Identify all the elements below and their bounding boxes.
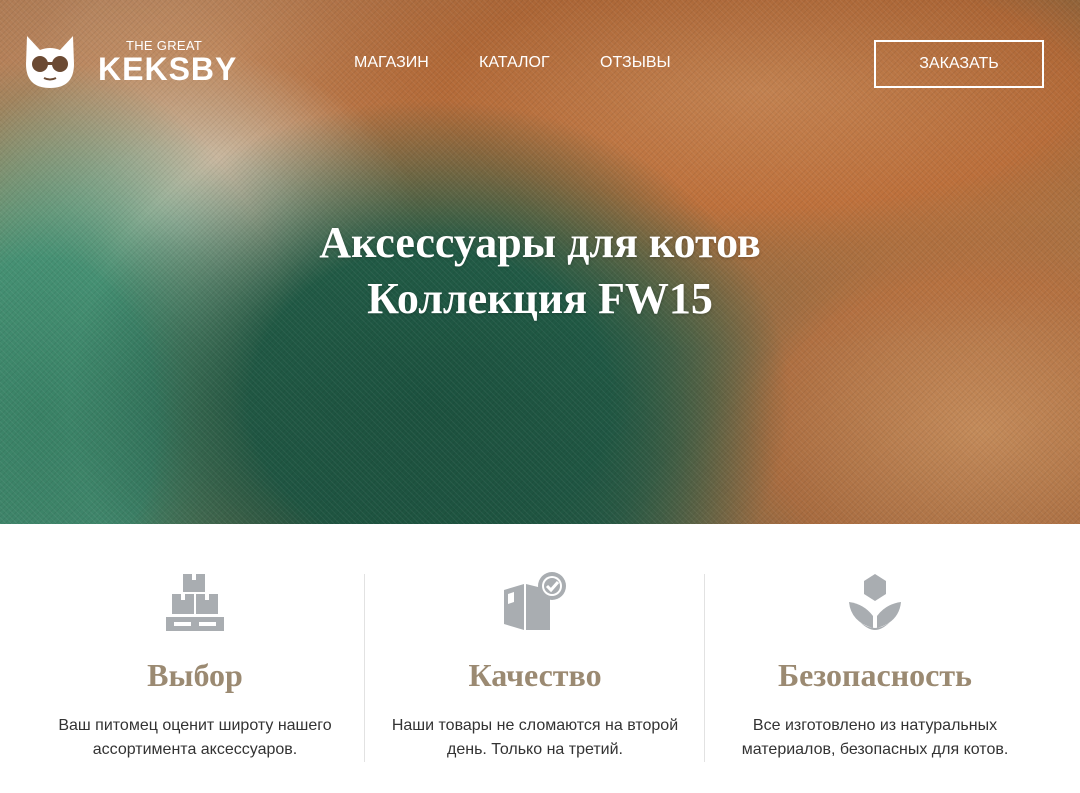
hero-title-line2: Коллекция FW15 [367, 274, 713, 323]
site-header: THE GREAT KEKSBY МАГАЗИН КАТАЛОГ ОТЗЫВЫ … [0, 0, 1080, 120]
features-section: Выбор Ваш питомец оценит широту нашего а… [0, 524, 1080, 793]
boxes-pallet-icon [166, 574, 224, 631]
feature-choice: Выбор Ваш питомец оценит широту нашего а… [25, 524, 365, 793]
nav-link-shop[interactable]: МАГАЗИН [354, 54, 429, 72]
cat-sunglasses-logo-icon [26, 36, 74, 88]
nav-link-catalog[interactable]: КАТАЛОГ [479, 54, 550, 72]
feature-text: Все изготовлено из натуральных материало… [741, 717, 1009, 758]
logo-brand-text: KEKSBY [98, 51, 238, 87]
logo[interactable]: THE GREAT KEKSBY [24, 34, 244, 94]
feature-safety: Безопасность Все изготовлено из натураль… [705, 524, 1045, 793]
hero-title-line1: Аксессуары для котов [319, 218, 761, 267]
hero-title: Аксессуары для котов Коллекция FW15 [0, 215, 1080, 327]
feature-text: Наши товары не сломаются на второй день.… [391, 717, 679, 758]
feature-title: Выбор [147, 657, 243, 693]
box-checkmark-icon [504, 572, 566, 630]
nav-link-reviews[interactable]: ОТЗЫВЫ [600, 54, 671, 72]
order-button[interactable]: ЗАКАЗАТЬ [874, 40, 1044, 88]
feature-title: Качество [468, 657, 602, 693]
feature-title: Безопасность [778, 657, 972, 693]
feature-quality: Качество Наши товары не сломаются на вто… [365, 524, 705, 793]
hero-banner: THE GREAT KEKSBY МАГАЗИН КАТАЛОГ ОТЗЫВЫ … [0, 0, 1080, 524]
plant-sprout-icon [849, 574, 901, 630]
feature-text: Ваш питомец оценит широту нашего ассорти… [58, 717, 332, 758]
